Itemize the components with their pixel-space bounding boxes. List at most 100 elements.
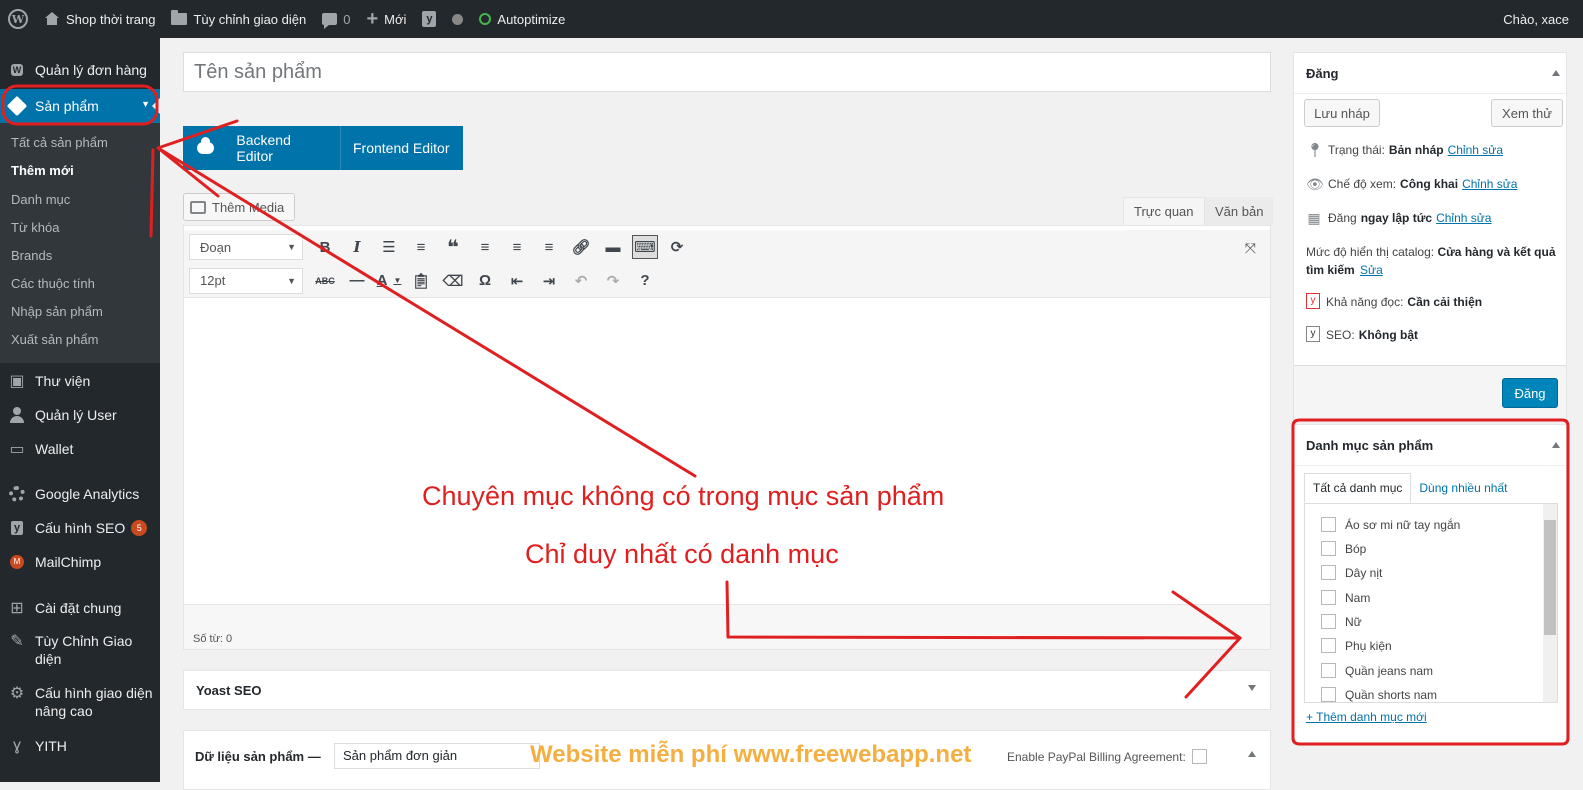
italic-button[interactable]: I — [341, 233, 373, 261]
special-character-button[interactable]: Ω — [469, 267, 501, 295]
add-new-category-link[interactable]: + Thêm danh mục mới — [1306, 710, 1427, 724]
category-checkbox[interactable] — [1321, 638, 1336, 653]
publish-date-label: Đăng — [1328, 211, 1357, 225]
save-draft-button[interactable]: Lưu nháp — [1304, 99, 1380, 127]
toolbar-toggle-button[interactable]: ⌨ — [632, 235, 658, 259]
horizontal-line-button[interactable]: — — [341, 267, 373, 295]
category-checkbox[interactable] — [1321, 517, 1336, 532]
new-content-link[interactable]: + Mới — [358, 0, 414, 38]
align-left-button[interactable]: ≡ — [469, 233, 501, 261]
submenu-export-products[interactable]: Xuất sản phẩm — [11, 332, 98, 347]
sidebar-item-yith[interactable]: ɣ YITH — [0, 736, 160, 756]
publish-button[interactable]: Đăng — [1502, 378, 1558, 408]
list-item: Dây nịt — [1321, 565, 1382, 580]
toggle-arrow-icon[interactable] — [1552, 70, 1560, 76]
sidebar-item-products[interactable]: Sản phẩm ▼ — [0, 89, 160, 123]
strikethrough-button[interactable]: ABC — [309, 267, 341, 295]
sidebar-item-wallet[interactable]: ▭ Wallet — [0, 439, 160, 459]
submenu-tags[interactable]: Từ khóa — [11, 220, 59, 235]
sidebar-item-posts-partial[interactable] — [0, 34, 160, 44]
submenu-brands[interactable]: Brands — [11, 248, 52, 263]
paypal-billing-checkbox[interactable] — [1191, 749, 1207, 764]
toggle-arrow-icon[interactable] — [1248, 751, 1256, 757]
yoast-seo-metabox[interactable]: Yoast SEO — [183, 670, 1271, 710]
toggle-arrow-icon[interactable] — [1552, 442, 1560, 448]
preview-button[interactable]: Xem thử — [1491, 99, 1563, 127]
bold-button[interactable]: B — [309, 233, 341, 261]
sidebar-item-google-analytics[interactable]: Google Analytics — [0, 484, 160, 504]
tab-all-categories[interactable]: Tất cả danh mục — [1304, 473, 1412, 503]
undo-icon: ↶ — [574, 272, 588, 290]
scrollbar-thumb[interactable] — [1544, 520, 1556, 635]
indent-button[interactable]: ⇥ — [533, 267, 565, 295]
product-type-select[interactable]: Sản phẩm đơn giản — [334, 743, 540, 769]
insert-link-button[interactable]: 🔗︎ — [565, 233, 597, 261]
seo-row: y SEO: Không bật — [1306, 326, 1418, 344]
submenu-add-new[interactable]: Thêm mới — [11, 163, 74, 178]
clear-formatting-button[interactable]: ⌫ — [437, 267, 469, 295]
add-media-button[interactable]: Thêm Media — [183, 193, 296, 221]
add-media-icon — [190, 200, 206, 214]
undo-button[interactable]: ↶ — [565, 267, 597, 295]
autoptimize-link[interactable]: Autoptimize — [471, 0, 573, 38]
eye-icon: 👁︎ — [1306, 176, 1324, 192]
redo-button[interactable]: ↷ — [597, 267, 629, 295]
submenu-attributes[interactable]: Các thuộc tính — [11, 276, 95, 291]
submenu-import-products[interactable]: Nhập sản phẩm — [11, 304, 103, 319]
blockquote-button[interactable]: ❝ — [437, 233, 469, 261]
read-more-button[interactable]: ▬ — [597, 233, 629, 261]
fullscreen-icon[interactable]: ⤧ — [1245, 240, 1256, 257]
sidebar-item-media[interactable]: ▣ Thư viện — [0, 371, 160, 391]
paste-text-button[interactable]: 📋︎ — [405, 267, 437, 295]
align-right-button[interactable]: ≡ — [533, 233, 565, 261]
edit-catalog-link[interactable]: Sửa — [1360, 263, 1383, 277]
format-select[interactable]: Đoạn ▼ — [189, 234, 303, 260]
tab-most-used[interactable]: Dùng nhiều nhất — [1411, 473, 1515, 503]
tab-text[interactable]: Văn bản — [1205, 197, 1274, 225]
category-checkbox[interactable] — [1321, 614, 1336, 629]
category-checkbox[interactable] — [1321, 541, 1336, 556]
category-label: Quần shorts nam — [1345, 687, 1438, 702]
font-size-select[interactable]: 12pt ▼ — [189, 267, 303, 294]
sidebar-item-users[interactable]: Quản lý User — [0, 405, 160, 425]
backend-editor-button[interactable]: Backend Editor — [183, 126, 341, 170]
product-box-icon — [6, 95, 28, 117]
sidebar-item-customize-theme[interactable]: ✎ Tùy Chỉnh Giao diện — [0, 632, 160, 672]
yoast-adminbar-link[interactable]: y — [414, 0, 444, 38]
edit-visibility-link[interactable]: Chỉnh sửa — [1462, 175, 1517, 193]
site-name-link[interactable]: Shop thời trang — [36, 0, 163, 38]
sidebar-item-label: MailChimp — [35, 554, 102, 570]
bullet-list-button[interactable]: ☰ — [373, 233, 405, 261]
sidebar-item-advanced-theme[interactable]: ⚙ Cấu hình giao diện nâng cao — [0, 684, 160, 724]
text-color-button[interactable]: A ▼ — [373, 267, 405, 295]
submenu-all-products[interactable]: Tất cả sản phẩm — [11, 135, 108, 150]
wordpress-logo-button[interactable]: W — [0, 0, 36, 38]
frontend-editor-button[interactable]: Frontend Editor — [341, 126, 463, 170]
user-greeting[interactable]: Chào, xace — [1495, 0, 1583, 38]
settings-grid-icon: ⊞ — [10, 600, 24, 617]
toggle-arrow-icon[interactable] — [1248, 685, 1256, 691]
help-button[interactable]: ? — [629, 267, 661, 295]
sidebar-item-settings[interactable]: ⊞ Cài đặt chung — [0, 598, 160, 618]
refresh-button[interactable]: ⟳ — [661, 233, 693, 261]
align-center-button[interactable]: ≡ — [501, 233, 533, 261]
category-checkbox[interactable] — [1321, 687, 1336, 702]
submenu-categories[interactable]: Danh mục — [11, 192, 70, 207]
edit-date-link[interactable]: Chỉnh sửa — [1436, 209, 1491, 227]
sidebar-item-label: YITH — [35, 738, 67, 754]
category-checkbox[interactable] — [1321, 590, 1336, 605]
customize-link[interactable]: Tùy chỉnh giao diện — [163, 0, 314, 38]
edit-status-link[interactable]: Chỉnh sửa — [1448, 141, 1503, 159]
status-dot-link[interactable] — [444, 0, 471, 38]
comments-link[interactable]: 0 — [314, 0, 358, 38]
category-scrollbar[interactable] — [1543, 504, 1557, 702]
numbered-list-button[interactable]: ≡ — [405, 233, 437, 261]
sidebar-item-orders[interactable]: W Quản lý đơn hàng — [0, 60, 160, 80]
product-title-input[interactable]: Tên sản phẩm — [183, 52, 1271, 92]
outdent-button[interactable]: ⇤ — [501, 267, 533, 295]
sidebar-item-seo[interactable]: y Cấu hình SEO 5 — [0, 518, 160, 538]
category-checkbox[interactable] — [1321, 565, 1336, 580]
category-checkbox[interactable] — [1321, 663, 1336, 678]
sidebar-item-mailchimp[interactable]: M MailChimp — [0, 552, 160, 572]
tab-visual[interactable]: Trực quan — [1123, 197, 1205, 225]
